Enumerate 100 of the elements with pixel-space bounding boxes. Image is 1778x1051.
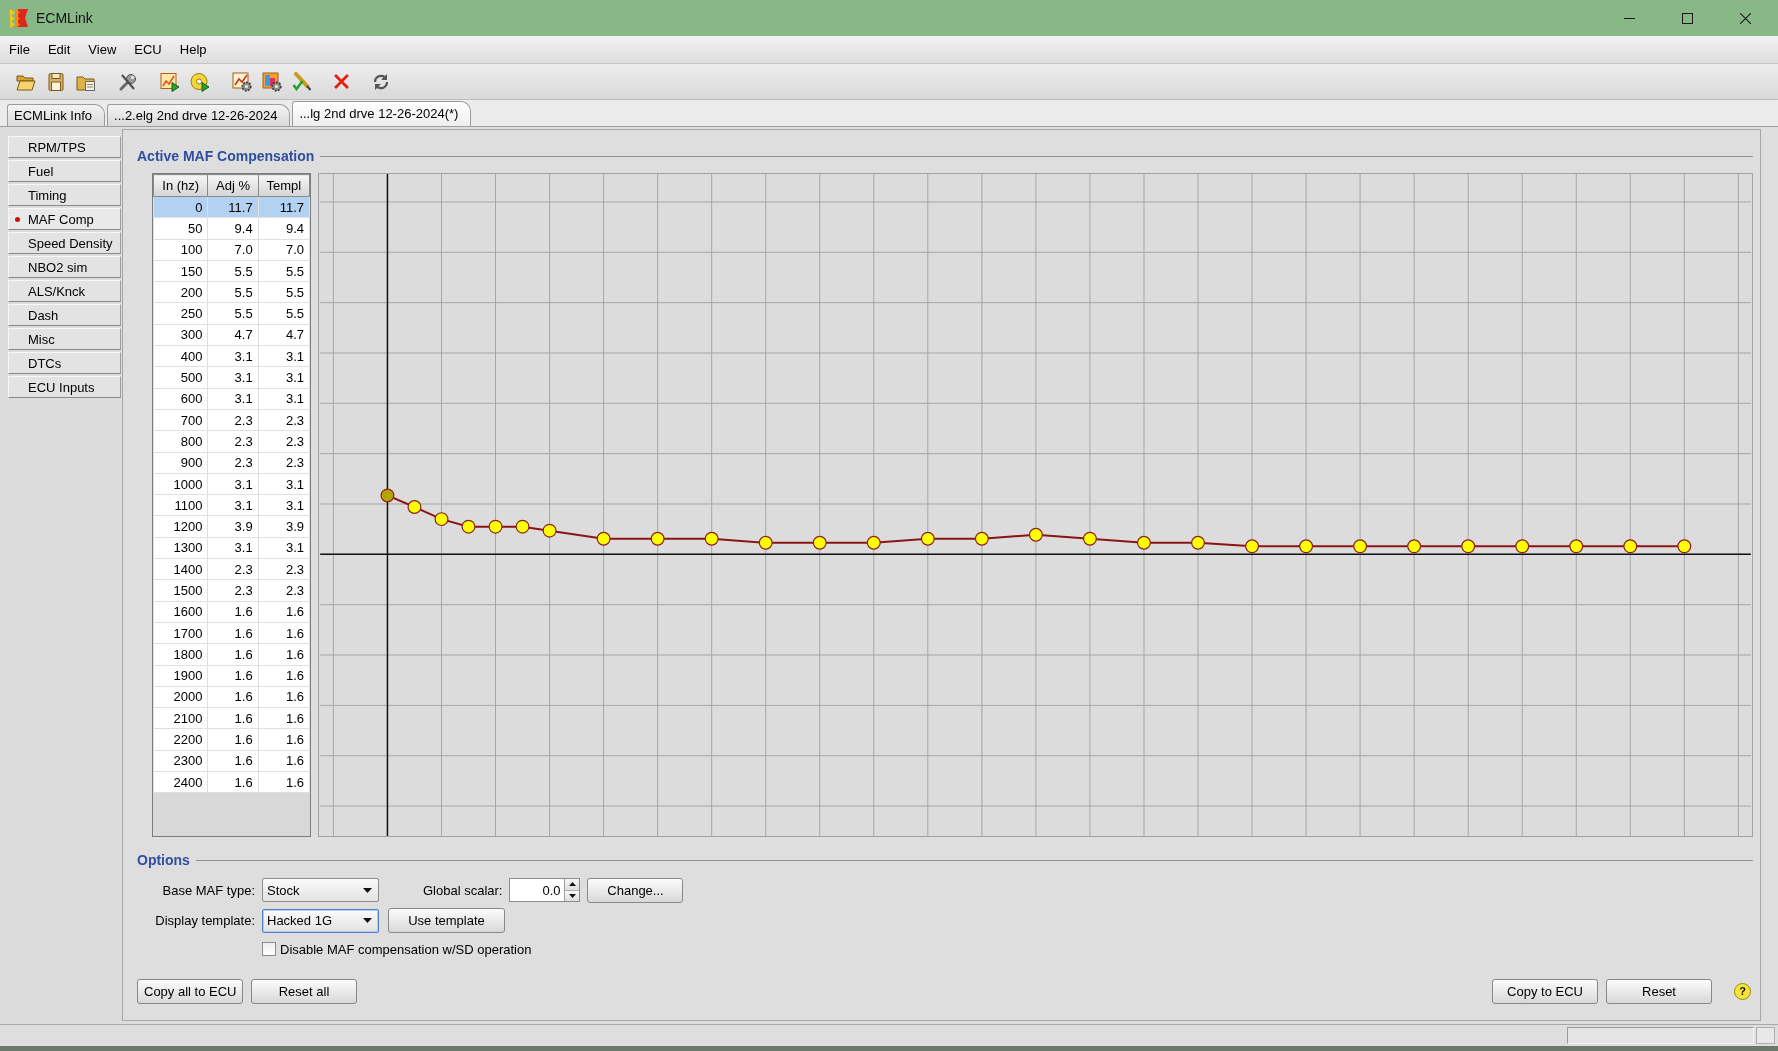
column-header[interactable]: Templ [258, 174, 310, 197]
sidebar-item[interactable]: DTCs [8, 352, 121, 374]
table-cell: 1800 [153, 643, 208, 666]
table-row[interactable]: 250 5.5 5.5 [153, 303, 310, 325]
table-row[interactable]: 800 2.3 2.3 [153, 430, 310, 453]
table-row[interactable]: 100 7.0 7.0 [153, 239, 310, 261]
table-row[interactable]: 2300 1.6 1.6 [153, 750, 310, 772]
color-chart-gear-icon[interactable] [262, 71, 282, 92]
table-cell: 1.6 [258, 643, 310, 666]
table-row[interactable]: 1500 2.3 2.3 [153, 579, 310, 602]
table-cell: 3.1 [207, 366, 259, 389]
table-cell: 3.1 [258, 473, 310, 495]
table-cell: 1.6 [258, 601, 310, 623]
table-cell: 700 [153, 409, 208, 431]
minimize-icon[interactable] [1624, 17, 1635, 19]
table-row[interactable]: 150 5.5 5.5 [153, 260, 310, 282]
table-cell: 600 [153, 388, 208, 410]
sidebar-item[interactable]: ECU Inputs [8, 376, 121, 398]
table-row[interactable]: 2100 1.6 1.6 [153, 707, 310, 729]
table-row[interactable]: 1600 1.6 1.6 [153, 601, 310, 623]
table-cell: 5.5 [258, 303, 310, 325]
table-cell: 4.7 [207, 324, 259, 346]
table-cell: 3.1 [207, 388, 259, 410]
checkbox[interactable] [262, 942, 276, 956]
table-cell: 100 [153, 239, 208, 261]
sidebar-item[interactable]: Dash [8, 304, 121, 326]
table-row[interactable]: 1900 1.6 1.6 [153, 665, 310, 687]
table-row[interactable]: 500 3.1 3.1 [153, 366, 310, 389]
table-cell: 1.6 [258, 686, 310, 708]
checkbox-label: Disable MAF compensation w/SD operation [280, 941, 532, 957]
table-cell: 3.1 [258, 366, 310, 389]
table-row[interactable]: 0 11.7 11.7 [153, 196, 310, 218]
table-row[interactable]: 300 4.7 4.7 [153, 324, 310, 346]
button[interactable]: Use template [388, 908, 505, 933]
sidebar-item[interactable]: Speed Density [8, 232, 121, 254]
table-row[interactable]: 900 2.3 2.3 [153, 452, 310, 474]
button[interactable]: Copy all to ECU [137, 979, 243, 1004]
table-cell: 0 [153, 196, 208, 218]
sidebar-item[interactable]: RPM/TPS [8, 136, 121, 158]
menu-item[interactable]: View [82, 39, 123, 60]
table-row[interactable]: 700 2.3 2.3 [153, 409, 310, 431]
table-row[interactable]: 2000 1.6 1.6 [153, 686, 310, 708]
sidebar-item[interactable]: Fuel [8, 160, 121, 182]
resize-grip[interactable] [1756, 1027, 1775, 1044]
dropdown[interactable]: Stock [262, 878, 379, 902]
button[interactable]: Change... [587, 877, 684, 903]
table-row[interactable]: 200 5.5 5.5 [153, 281, 310, 303]
table-cell: 1.6 [258, 622, 310, 644]
menu-item[interactable]: Edit [41, 39, 77, 60]
table-row[interactable]: 1400 2.3 2.3 [153, 558, 310, 580]
button[interactable]: Copy to ECU [1492, 979, 1598, 1004]
table-cell: 7.0 [207, 239, 259, 261]
column-header[interactable]: In (hz) [153, 174, 208, 197]
table-cell: 1.6 [207, 728, 259, 751]
dropdown[interactable]: Hacked 1G [262, 908, 379, 933]
menu-item[interactable]: File [3, 39, 36, 60]
cross-icon[interactable] [334, 74, 349, 89]
table-cell: 1.6 [207, 601, 259, 623]
table-row[interactable]: 50 9.4 9.4 [153, 217, 310, 240]
chart-play-icon[interactable] [160, 71, 180, 92]
table-row[interactable]: 1800 1.6 1.6 [153, 643, 310, 666]
table-row[interactable]: 1100 3.1 3.1 [153, 494, 310, 516]
caret-down-icon [363, 887, 372, 893]
table-cell: 5.5 [258, 281, 310, 303]
sidebar-item[interactable]: Misc [8, 328, 121, 350]
table-cell: 2000 [153, 686, 208, 708]
table-row[interactable]: 1700 1.6 1.6 [153, 622, 310, 644]
table-cell: 5.5 [207, 281, 259, 303]
maximize-icon[interactable] [1682, 12, 1693, 24]
tab[interactable]: ...lg 2nd drve 12-26-2024(*) [292, 101, 472, 126]
table-row[interactable]: 400 3.1 3.1 [153, 345, 310, 367]
sidebar-item[interactable]: MAF Comp [8, 208, 121, 230]
table-cell: 7.0 [258, 239, 310, 261]
save-icon[interactable] [46, 71, 66, 92]
button[interactable]: Reset all [251, 979, 357, 1004]
table-row[interactable]: 1000 3.1 3.1 [153, 473, 310, 495]
close-icon[interactable] [1740, 12, 1751, 24]
table-row[interactable]: 1200 3.9 3.9 [153, 515, 310, 538]
chart-gear-icon[interactable] [232, 71, 252, 92]
table-row[interactable]: 1300 3.1 3.1 [153, 537, 310, 559]
table-row[interactable]: 2400 1.6 1.6 [153, 771, 310, 793]
tools-icon[interactable] [118, 71, 138, 92]
menu-item[interactable]: ECU [128, 39, 168, 60]
table-row[interactable]: 2200 1.6 1.6 [153, 728, 310, 751]
table-cell: 9.4 [207, 217, 259, 240]
table-cell: 200 [153, 281, 208, 303]
table-row[interactable]: 600 3.1 3.1 [153, 388, 310, 410]
sidebar-item[interactable]: NBO2 sim [8, 256, 121, 278]
tab[interactable]: ...2.elg 2nd drve 12-26-2024 [107, 104, 291, 126]
column-header[interactable]: Adj % [207, 174, 259, 197]
table-cell: 400 [153, 345, 208, 367]
help-button[interactable]: ? [1734, 983, 1751, 1000]
disc-play-icon[interactable] [190, 71, 210, 92]
sidebar-item[interactable]: ALS/Knck [8, 280, 121, 302]
menu-item[interactable]: Help [173, 39, 213, 60]
field-label: Display template: [154, 913, 255, 928]
tab[interactable]: ECMLink Info [7, 104, 106, 126]
pen-check-icon[interactable] [292, 71, 312, 92]
sidebar-item[interactable]: Timing [8, 184, 121, 206]
button[interactable]: Reset [1606, 979, 1712, 1004]
